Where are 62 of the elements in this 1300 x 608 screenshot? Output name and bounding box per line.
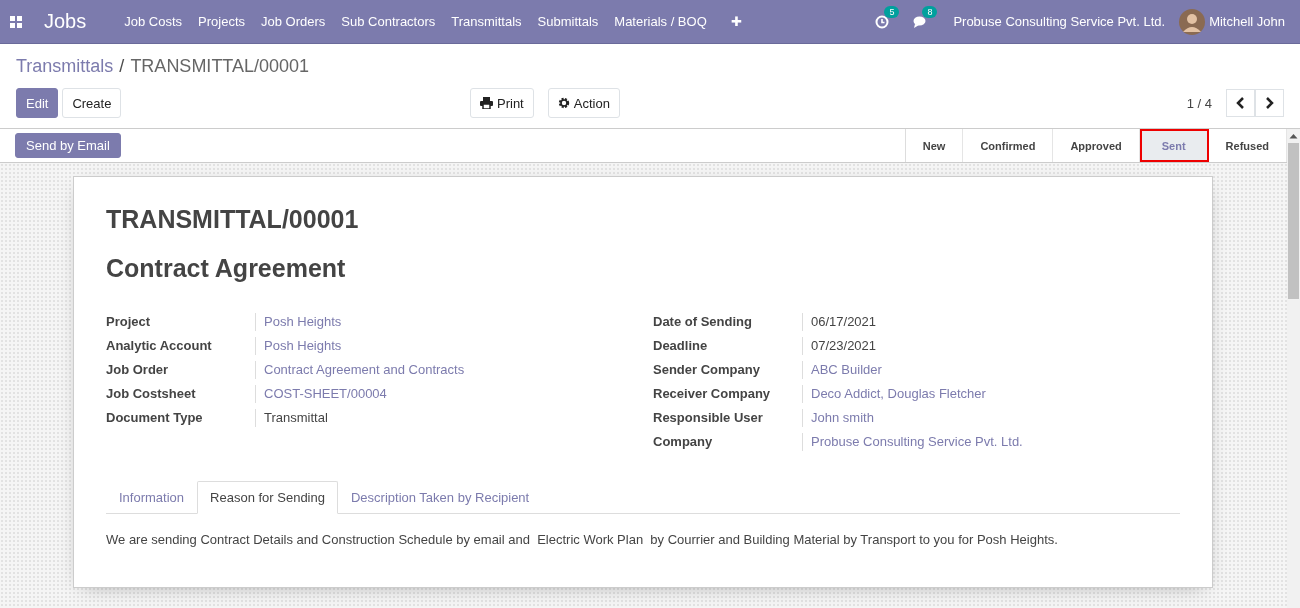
- app-name[interactable]: Jobs: [44, 10, 87, 33]
- chevron-left-icon: [1236, 97, 1245, 109]
- message-count-badge: 8: [922, 5, 938, 18]
- previous-button[interactable]: [1226, 89, 1255, 117]
- field-link[interactable]: Posh Heights: [256, 337, 342, 355]
- field-label: Deadline: [653, 337, 803, 355]
- breadcrumb-link[interactable]: Transmittals: [16, 56, 114, 77]
- print-button[interactable]: Print: [470, 88, 534, 118]
- field-value: 06/17/2021: [810, 313, 877, 331]
- activity-count-badge: 5: [884, 5, 900, 18]
- scroll-up-icon[interactable]: [1289, 133, 1298, 139]
- field-label: Date of Sending: [653, 313, 803, 331]
- reason-text: We are sending Contract Details and Construction Schedule by email and Electric Work Plan by Courrier and Building Material by Transport to you for Posh Heights.: [106, 532, 1059, 547]
- field-label: Sender Company: [653, 361, 803, 379]
- notebook-tab[interactable]: Description Taken by Recipient: [337, 481, 543, 514]
- next-button[interactable]: [1255, 89, 1284, 117]
- field-label: Project: [106, 313, 256, 331]
- field-value: 07/23/2021: [810, 337, 877, 355]
- field-label: Responsible User: [653, 409, 803, 427]
- record-title: Contract Agreement: [106, 254, 347, 283]
- pager-counter: 1 / 4: [1186, 95, 1212, 111]
- field-link[interactable]: Contract Agreement and Contracts: [256, 361, 465, 379]
- field-label: Analytic Account: [106, 337, 256, 355]
- field-link[interactable]: John smith: [803, 409, 874, 427]
- avatar-icon[interactable]: [1179, 8, 1206, 35]
- field-link[interactable]: ABC Builder: [803, 361, 882, 379]
- chevron-right-icon: [1265, 97, 1274, 109]
- menu-item[interactable]: Submittals: [529, 14, 607, 29]
- menu-item[interactable]: Transmittals: [443, 14, 530, 29]
- field-label: Company: [653, 433, 803, 451]
- user-name[interactable]: Mitchell John: [1209, 14, 1285, 29]
- field-link[interactable]: Posh Heights: [256, 313, 342, 331]
- field-label: Job Costsheet: [106, 385, 256, 403]
- field-value: Transmittal: [263, 409, 328, 427]
- notebook-tab[interactable]: Information: [106, 481, 198, 514]
- add-menu-button[interactable]: ✚: [722, 14, 750, 29]
- create-button[interactable]: Create: [62, 88, 122, 118]
- menu-item[interactable]: Job Orders: [253, 14, 334, 29]
- gear-icon: [557, 97, 570, 109]
- action-button[interactable]: Action: [547, 88, 620, 118]
- menu-item[interactable]: Projects: [190, 14, 254, 29]
- notebook-tab[interactable]: Reason for Sending: [197, 481, 338, 514]
- menu-item[interactable]: Sub Contractors: [333, 14, 444, 29]
- print-icon: [480, 97, 493, 109]
- clock-icon[interactable]: [875, 14, 890, 29]
- scrollbar[interactable]: [1287, 129, 1300, 608]
- record-number: TRANSMITTAL/00001: [106, 205, 360, 234]
- field-link[interactable]: Probuse Consulting Service Pvt. Ltd.: [803, 433, 1023, 451]
- field-link[interactable]: Deco Addict, Douglas Fletcher: [803, 385, 986, 403]
- apps-menu-icon[interactable]: [10, 15, 22, 28]
- field-link[interactable]: COST-SHEET/00004: [256, 385, 387, 403]
- menu-item[interactable]: Job Costs: [116, 14, 191, 29]
- breadcrumb-separator: /: [119, 56, 125, 77]
- field-label: Job Order: [106, 361, 256, 379]
- status-stage[interactable]: Sent: [1139, 129, 1209, 162]
- send-by-email-button[interactable]: Send by Email: [15, 133, 121, 158]
- field-label: Receiver Company: [653, 385, 803, 403]
- menu-item[interactable]: Materials / BOQ: [606, 14, 715, 29]
- breadcrumb-current: TRANSMITTAL/00001: [130, 56, 310, 77]
- edit-button[interactable]: Edit: [16, 88, 59, 118]
- company-switcher[interactable]: Probuse Consulting Service Pvt. Ltd.: [953, 14, 1166, 29]
- field-label: Document Type: [106, 409, 256, 427]
